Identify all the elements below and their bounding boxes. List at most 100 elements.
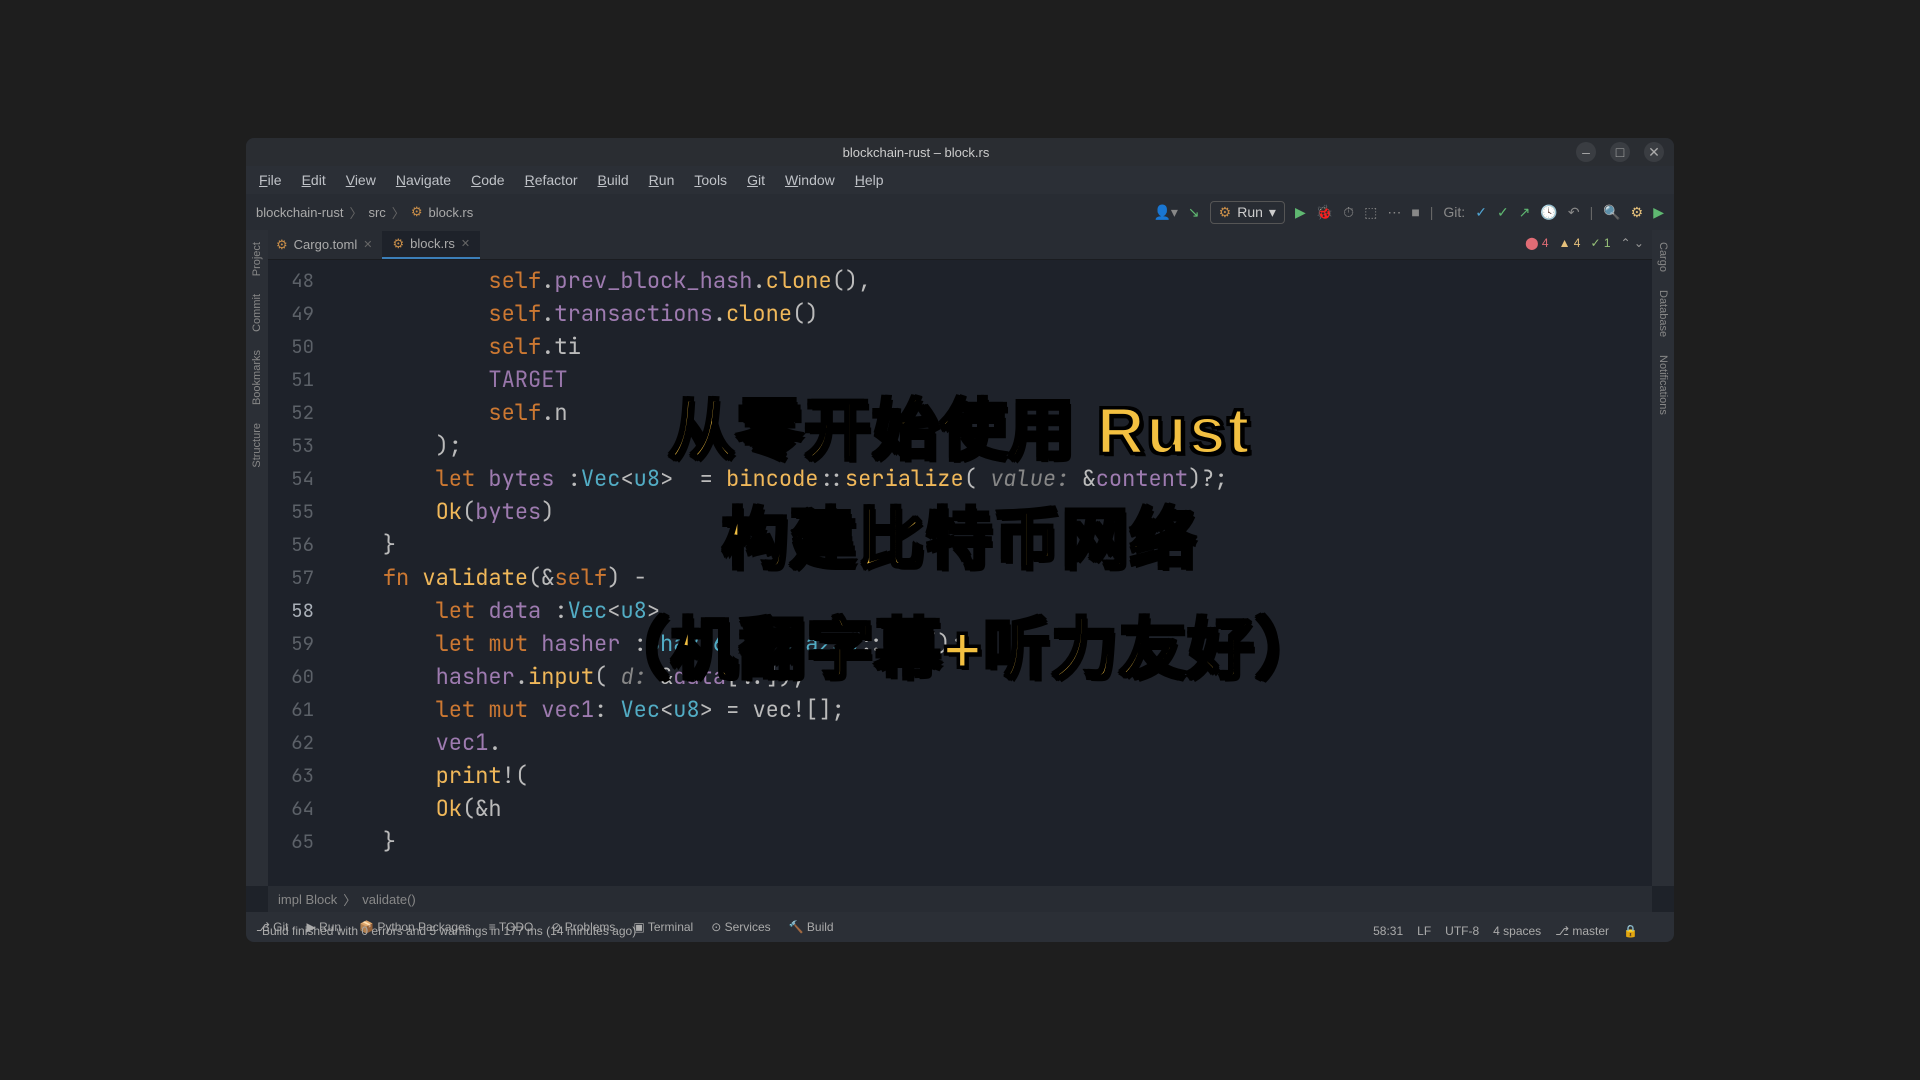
- more-run-icon[interactable]: ⋯: [1387, 204, 1401, 221]
- tab-block-rs[interactable]: ⚙ block.rs ✕: [382, 231, 480, 259]
- code-line[interactable]: self.ti: [330, 330, 1652, 363]
- code-line[interactable]: let mut hasher :Sha256 = Sha256::new();: [330, 627, 1652, 660]
- play-icon[interactable]: ▶: [1653, 204, 1664, 221]
- line-number[interactable]: 51: [268, 363, 314, 396]
- panel-notifications[interactable]: Notifications: [1657, 351, 1669, 419]
- coverage-icon[interactable]: ⬚: [1364, 204, 1377, 221]
- breadcrumb-sep: 〉: [349, 203, 362, 222]
- git-rollback-icon[interactable]: ↶: [1568, 204, 1580, 221]
- breadcrumb-dir[interactable]: src: [368, 205, 385, 220]
- toolwin-build[interactable]: 🔨 Build: [789, 920, 834, 934]
- toolwin-terminal[interactable]: ▣ Terminal: [633, 920, 693, 934]
- line-number[interactable]: 49: [268, 297, 314, 330]
- profile-icon[interactable]: ⏱: [1343, 204, 1354, 221]
- build-icon[interactable]: ↘: [1188, 204, 1200, 221]
- code-line[interactable]: self.n: [330, 396, 1652, 429]
- code-line[interactable]: hasher.input( d: &data[..]);: [330, 660, 1652, 693]
- maximize-button[interactable]: □: [1610, 142, 1630, 162]
- run-icon[interactable]: ▶: [1295, 204, 1306, 221]
- code-line[interactable]: Ok(&h: [330, 792, 1652, 825]
- code-line[interactable]: self.prev_block_hash.clone(),: [330, 264, 1652, 297]
- toolwin-services[interactable]: ⊙ Services: [711, 920, 770, 934]
- encoding[interactable]: UTF-8: [1445, 924, 1479, 938]
- code-editor[interactable]: 484950515253545556575859606162636465 sel…: [268, 260, 1652, 886]
- code-line[interactable]: vec1.: [330, 726, 1652, 759]
- panel-structure[interactable]: Structure: [251, 419, 263, 472]
- menu-git[interactable]: Git: [738, 170, 774, 190]
- caret-position[interactable]: 58:31: [1373, 924, 1403, 938]
- breadcrumb-file[interactable]: block.rs: [428, 205, 473, 220]
- git-commit-icon[interactable]: ✓: [1497, 204, 1509, 221]
- lock-icon[interactable]: 🔒: [1623, 924, 1638, 938]
- menu-file[interactable]: File: [250, 170, 291, 190]
- close-tab-icon[interactable]: ✕: [461, 237, 470, 250]
- menu-navigate[interactable]: Navigate: [387, 170, 460, 190]
- line-number[interactable]: 58: [268, 594, 314, 627]
- menu-build[interactable]: Build: [589, 170, 638, 190]
- line-number[interactable]: 61: [268, 693, 314, 726]
- close-button[interactable]: ✕: [1644, 142, 1664, 162]
- git-push-icon[interactable]: ↗: [1519, 204, 1531, 221]
- menu-refactor[interactable]: Refactor: [516, 170, 587, 190]
- panel-cargo[interactable]: Cargo: [1657, 238, 1669, 276]
- code-line[interactable]: print!(: [330, 759, 1652, 792]
- line-number[interactable]: 62: [268, 726, 314, 759]
- code-line[interactable]: self.transactions.clone(): [330, 297, 1652, 330]
- rust-file-icon: ⚙: [411, 204, 423, 220]
- code-line[interactable]: );: [330, 429, 1652, 462]
- run-config-selector[interactable]: ⚙ Run ▾: [1210, 201, 1285, 224]
- line-number[interactable]: 57: [268, 561, 314, 594]
- inspection-widget[interactable]: ⬤ 4 ▲ 4 ✓ 1 ⌃ ⌄: [1525, 236, 1644, 250]
- line-number[interactable]: 63: [268, 759, 314, 792]
- code-line[interactable]: fn validate(&self) -: [330, 561, 1652, 594]
- git-history-icon[interactable]: 🕓: [1540, 204, 1557, 221]
- menu-run[interactable]: Run: [640, 170, 684, 190]
- code-line[interactable]: let bytes :Vec<u8> = bincode::serialize(…: [330, 462, 1652, 495]
- breadcrumb-impl[interactable]: impl Block: [278, 892, 337, 907]
- search-icon[interactable]: 🔍: [1603, 204, 1620, 221]
- debug-icon[interactable]: 🐞: [1316, 204, 1333, 221]
- code-line[interactable]: let data :Vec<u8>: [330, 594, 1652, 627]
- code-line[interactable]: TARGET: [330, 363, 1652, 396]
- user-icon[interactable]: 👤▾: [1153, 204, 1177, 221]
- panel-bookmarks[interactable]: Bookmarks: [251, 346, 263, 409]
- line-number[interactable]: 55: [268, 495, 314, 528]
- left-toolwindow-bar: Project Commit Bookmarks Structure: [246, 230, 268, 886]
- stop-icon[interactable]: ■: [1411, 204, 1419, 220]
- line-number[interactable]: 59: [268, 627, 314, 660]
- menu-edit[interactable]: Edit: [293, 170, 335, 190]
- tab-Cargo-toml[interactable]: ⚙ Cargo.toml ✕: [266, 232, 382, 258]
- line-number[interactable]: 48: [268, 264, 314, 297]
- line-number[interactable]: 50: [268, 330, 314, 363]
- menu-view[interactable]: View: [337, 170, 385, 190]
- line-number[interactable]: 54: [268, 462, 314, 495]
- line-ending[interactable]: LF: [1417, 924, 1431, 938]
- code-line[interactable]: Ok(bytes): [330, 495, 1652, 528]
- line-number[interactable]: 65: [268, 825, 314, 858]
- menu-help[interactable]: Help: [846, 170, 893, 190]
- line-number[interactable]: 53: [268, 429, 314, 462]
- breadcrumb-fn[interactable]: validate(): [362, 892, 415, 907]
- code-area[interactable]: self.prev_block_hash.clone(), self.trans…: [330, 260, 1652, 858]
- panel-commit[interactable]: Commit: [251, 290, 263, 336]
- line-number[interactable]: 60: [268, 660, 314, 693]
- settings-icon[interactable]: ⚙: [1631, 204, 1644, 221]
- panel-project[interactable]: Project: [251, 238, 263, 280]
- minimize-button[interactable]: –: [1576, 142, 1596, 162]
- indent[interactable]: 4 spaces: [1493, 924, 1541, 938]
- menu-tools[interactable]: Tools: [685, 170, 736, 190]
- menu-window[interactable]: Window: [776, 170, 844, 190]
- run-config-label: Run: [1237, 204, 1263, 220]
- menu-code[interactable]: Code: [462, 170, 513, 190]
- close-tab-icon[interactable]: ✕: [363, 238, 372, 251]
- line-number[interactable]: 56: [268, 528, 314, 561]
- code-line[interactable]: }: [330, 528, 1652, 561]
- line-number[interactable]: 52: [268, 396, 314, 429]
- breadcrumb-project[interactable]: blockchain-rust: [256, 205, 343, 220]
- code-line[interactable]: }: [330, 825, 1652, 858]
- code-line[interactable]: let mut vec1: Vec<u8> = vec![];: [330, 693, 1652, 726]
- git-update-icon[interactable]: ✓: [1475, 204, 1487, 221]
- panel-database[interactable]: Database: [1657, 286, 1669, 341]
- vcs-branch[interactable]: ⎇ master: [1555, 924, 1609, 938]
- line-number[interactable]: 64: [268, 792, 314, 825]
